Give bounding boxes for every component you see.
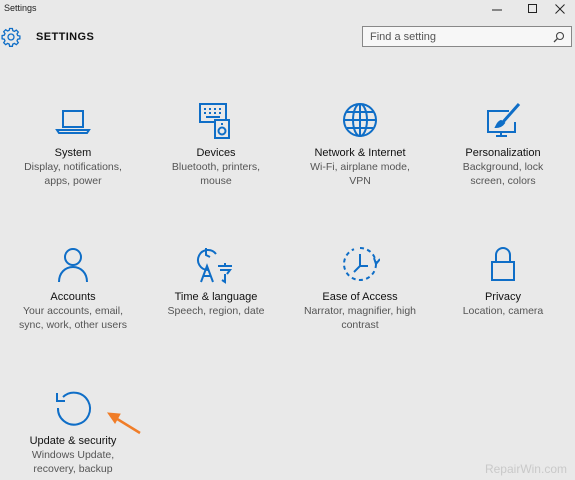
tile-description: Your accounts, email, sync, work, other … [19,305,127,331]
tile-description: Display, notifications, apps, power [24,161,122,187]
devices-icon [199,103,230,139]
tile-title: Privacy [484,291,522,303]
lock-icon [491,247,515,281]
minimize-button[interactable] [479,0,515,18]
tile-personalization[interactable]: Personalization Background, lock screen,… [438,100,568,188]
tile-title: Ease of Access [322,291,398,303]
laptop-icon [55,110,91,134]
maximize-icon [528,4,537,13]
tile-description: Speech, region, date [167,305,265,317]
settings-header: SETTINGS Find a setting [0,24,575,54]
tile-title: Personalization [465,147,541,159]
tile-devices[interactable]: Devices Bluetooth, printers, mouse [151,100,281,188]
tile-title: Network & Internet [314,147,406,159]
tile-title: System [54,147,92,159]
watermark: RepairWin.com [484,462,567,476]
window-title: Settings [4,3,37,13]
refresh-icon [56,391,91,426]
tile-title: Time & language [174,291,258,303]
tile-accounts[interactable]: Accounts Your accounts, email, sync, wor… [8,244,138,332]
search-placeholder: Find a setting [370,31,437,43]
gear-icon [1,27,21,47]
tile-title: Devices [196,147,236,159]
person-icon [58,248,88,283]
annotation-arrow [106,412,141,435]
close-icon [555,4,565,14]
globe-icon [343,103,377,137]
page-title: SETTINGS [36,31,95,43]
tile-description: Background, lock screen, colors [462,161,544,187]
clock-language-icon [197,248,232,284]
tile-description: Windows Update, recovery, backup [31,449,115,475]
search-input[interactable]: Find a setting [362,26,572,47]
tile-time-language[interactable]: Time & language Speech, region, date [151,244,281,318]
close-button[interactable] [545,0,575,18]
ease-of-access-icon [342,247,380,281]
tile-ease-of-access[interactable]: Ease of Access Narrator, magnifier, high… [295,244,425,332]
minimize-icon [492,9,502,11]
tile-description: Location, camera [462,305,544,317]
tile-network-internet[interactable]: Network & Internet Wi-Fi, airplane mode,… [295,100,425,188]
tile-description: Bluetooth, printers, mouse [171,161,261,187]
tile-title: Accounts [50,291,96,303]
title-bar: Settings [0,0,575,18]
tile-description: Narrator, magnifier, high contrast [303,305,417,331]
paintbrush-icon [487,103,521,137]
tile-system[interactable]: System Display, notifications, apps, pow… [8,100,138,188]
tile-privacy[interactable]: Privacy Location, camera [438,244,568,318]
tile-description: Wi-Fi, airplane mode, VPN [310,161,410,187]
search-icon [553,31,565,43]
